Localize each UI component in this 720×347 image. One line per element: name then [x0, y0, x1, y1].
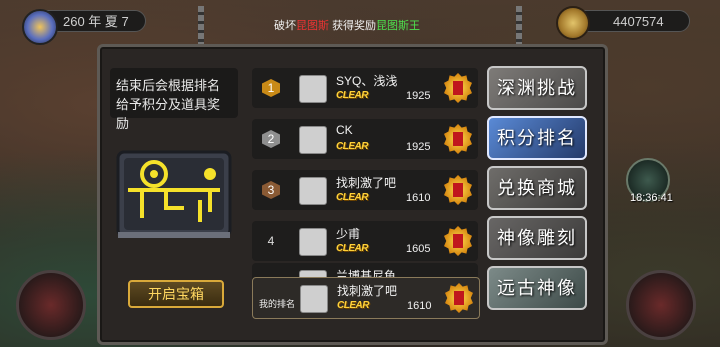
clear-label: CLEAR — [336, 141, 368, 152]
player-name: CK — [336, 123, 353, 137]
reward-prefix: 破坏 — [274, 20, 296, 32]
ranking-row[interactable]: 3 找刺激了吧 CLEAR 1610 — [252, 170, 478, 210]
ribbon-icon — [453, 132, 463, 146]
tab-ancient-statue[interactable]: 远古神像 — [487, 266, 587, 310]
event-timer: 18:36:41 — [630, 192, 673, 204]
hero-skill-right-icon[interactable] — [626, 270, 696, 340]
my-rank-label: 我的排名 — [259, 299, 296, 309]
my-rank-row[interactable]: 我的排名 找刺激了吧 CLEAR 1610 — [252, 277, 480, 319]
clear-label: CLEAR — [336, 192, 368, 203]
tab-statue-carving[interactable]: 神像雕刻 — [487, 216, 587, 260]
treasure-chest-icon — [116, 150, 232, 238]
clear-label: CLEAR — [336, 90, 368, 101]
rank-badge: 2 — [262, 130, 280, 148]
tab-abyss-challenge[interactable]: 深渊挑战 — [487, 66, 587, 110]
player-score: 1925 — [406, 90, 431, 102]
reward-player: 昆图斯 — [296, 20, 329, 32]
player-score: 1605 — [406, 243, 431, 255]
reward-middle: 获得奖励 — [332, 20, 377, 32]
gold-amount: 4407574 — [613, 14, 664, 29]
ribbon-icon — [453, 234, 463, 248]
reward-description: 结束后会根据排名给予积分及道具奖励 — [110, 68, 238, 131]
rank-number: 4 — [267, 234, 275, 248]
top-bar: 260 年 夏 7 破坏昆图斯 获得奖励昆图斯王 4407574 — [0, 6, 720, 45]
player-name: 少甫 — [336, 227, 361, 241]
open-chest-button[interactable]: 开启宝箱 — [128, 280, 224, 308]
ranking-list[interactable]: 1 SYQ、浅浅 CLEAR 1925 2 CK CLEAR 1925 3 找刺… — [252, 64, 478, 294]
reward-item: 昆图斯王 — [376, 20, 421, 32]
player-score: 1925 — [406, 141, 431, 153]
tab-points-ranking[interactable]: 积分排名 — [487, 116, 587, 160]
clear-label: CLEAR — [336, 243, 368, 254]
player-score: 1610 — [406, 192, 431, 204]
ranking-row[interactable]: 2 CK CLEAR 1925 — [252, 119, 478, 159]
chain-left — [198, 6, 204, 44]
gold-coin-icon — [556, 6, 590, 40]
player-avatar — [300, 285, 328, 313]
player-name: SYQ、浅浅 — [336, 74, 398, 88]
chain-right — [516, 6, 522, 44]
player-avatar — [299, 177, 327, 205]
ranking-row[interactable]: 4 少甫 CLEAR 1605 — [252, 221, 478, 261]
season-icon[interactable] — [22, 9, 58, 45]
player-name: 找刺激了吧 — [336, 176, 397, 190]
player-avatar — [299, 228, 327, 256]
player-name: 找刺激了吧 — [337, 284, 398, 298]
tab-exchange-shop[interactable]: 兑换商城 — [487, 166, 587, 210]
rank-badge: 1 — [262, 79, 280, 97]
player-avatar — [299, 75, 327, 103]
ribbon-icon — [453, 183, 463, 197]
rank-badge: 3 — [262, 181, 280, 199]
player-avatar — [299, 126, 327, 154]
season-text: 260 年 夏 7 — [63, 14, 129, 29]
player-score: 1610 — [407, 300, 432, 312]
ribbon-icon — [454, 291, 464, 305]
clear-label: CLEAR — [337, 300, 369, 311]
reward-broadcast: 破坏昆图斯 获得奖励昆图斯王 — [274, 17, 420, 33]
hero-skill-left-icon[interactable] — [16, 270, 86, 340]
ribbon-icon — [453, 81, 463, 95]
ranking-row[interactable]: 1 SYQ、浅浅 CLEAR 1925 — [252, 68, 478, 108]
